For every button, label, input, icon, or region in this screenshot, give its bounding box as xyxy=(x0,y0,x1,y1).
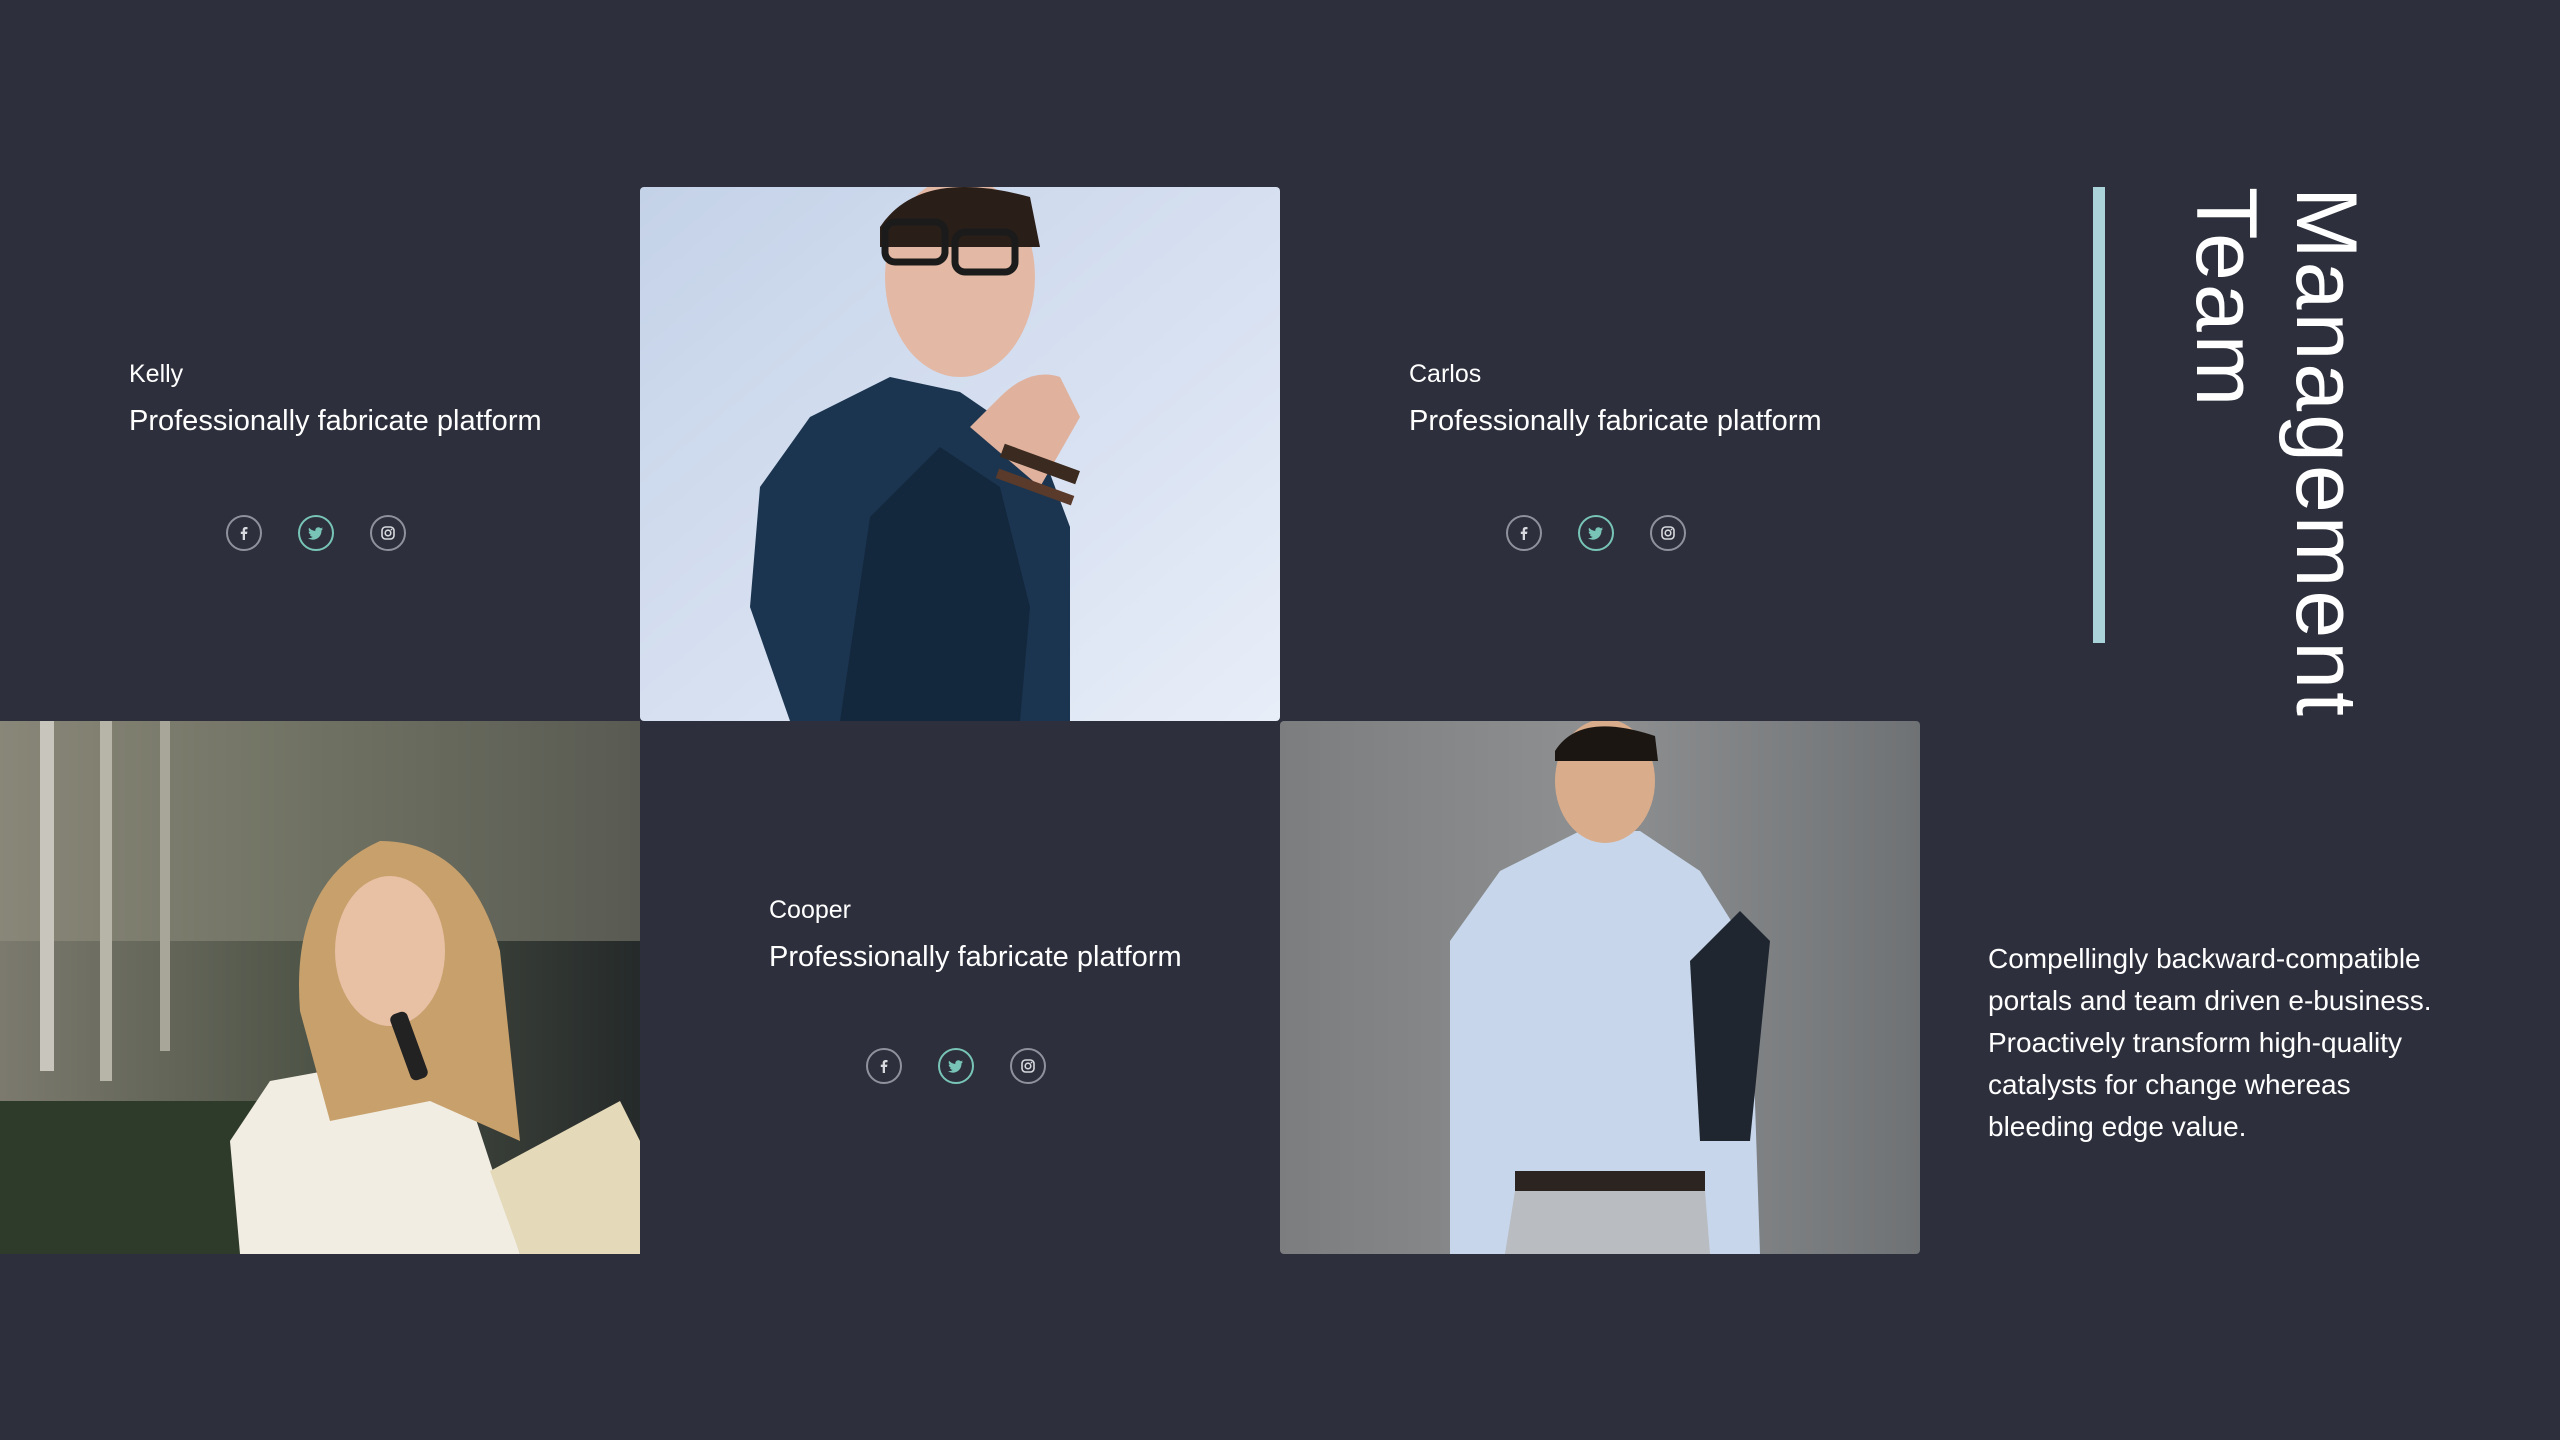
social-links-carlos xyxy=(1506,515,1686,551)
member-role: Professionally fabricate platform xyxy=(1409,405,1822,437)
facebook-icon[interactable] xyxy=(226,515,262,551)
instagram-icon[interactable] xyxy=(370,515,406,551)
page-title: Management Team xyxy=(2176,187,2376,719)
team-description: Compellingly backward-compatible portals… xyxy=(1988,943,2432,1142)
instagram-icon[interactable] xyxy=(1010,1048,1046,1084)
facebook-icon[interactable] xyxy=(1506,515,1542,551)
member-name: Carlos xyxy=(1409,360,1482,388)
title-block: Management Team xyxy=(2176,187,2376,847)
member-card-carlos: Carlos Professionally fabricate platform xyxy=(1409,359,1822,439)
twitter-icon[interactable] xyxy=(1578,515,1614,551)
member-role: Professionally fabricate platform xyxy=(129,405,542,437)
twitter-icon[interactable] xyxy=(938,1048,974,1084)
member-card-kelly: Kelly Professionally fabricate platform xyxy=(129,359,542,439)
member-name: Cooper xyxy=(769,896,851,924)
team-photo-woman xyxy=(0,721,640,1254)
team-photo-glasses-man xyxy=(640,187,1280,721)
member-role: Professionally fabricate platform xyxy=(769,941,1182,973)
accent-bar xyxy=(2093,187,2105,643)
twitter-icon[interactable] xyxy=(298,515,334,551)
social-links-cooper xyxy=(866,1048,1046,1084)
member-card-cooper: Cooper Professionally fabricate platform xyxy=(769,895,1182,975)
title-line-2: Team xyxy=(2178,187,2274,410)
title-line-1: Management xyxy=(2278,187,2374,719)
facebook-icon[interactable] xyxy=(866,1048,902,1084)
social-links-kelly xyxy=(226,515,406,551)
member-name: Kelly xyxy=(129,360,184,388)
team-photo-asian-man xyxy=(1280,721,1920,1254)
instagram-icon[interactable] xyxy=(1650,515,1686,551)
